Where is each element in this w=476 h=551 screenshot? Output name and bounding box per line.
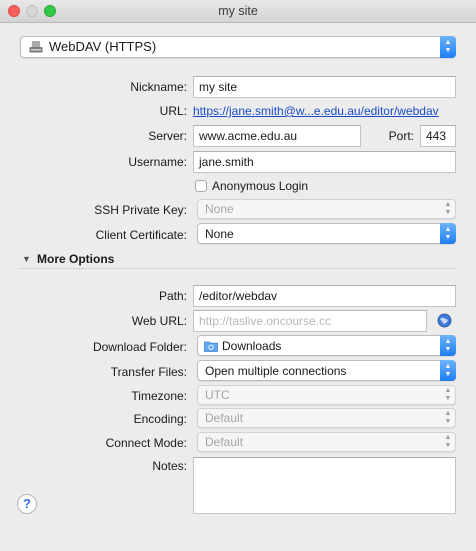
url-label: URL:: [159, 104, 187, 118]
username-label: Username:: [128, 155, 187, 169]
web-url-field[interactable]: http://taslive.oncourse.cc: [193, 310, 427, 332]
chevron-updown-icon: ▲ ▼: [440, 360, 456, 381]
protocol-value: WebDAV (HTTPS): [49, 39, 157, 54]
drive-icon: [29, 41, 43, 56]
web-url-label: Web URL:: [131, 314, 187, 328]
more-options-toggle[interactable]: More Options: [37, 252, 114, 266]
server-label: Server:: [148, 129, 187, 143]
separator: [20, 268, 456, 269]
disclosure-triangle-icon[interactable]: ▼: [22, 254, 31, 264]
anonymous-login-checkbox[interactable]: [195, 180, 207, 192]
path-field[interactable]: /editor/webdav: [193, 285, 456, 307]
transfer-files-value: Open multiple connections: [205, 364, 347, 378]
globe-icon[interactable]: [437, 313, 452, 331]
transfer-files-label: Transfer Files:: [110, 365, 187, 379]
ssh-key-value: None: [205, 202, 234, 216]
help-button[interactable]: ?: [17, 494, 37, 514]
title-bar: my site: [0, 0, 476, 23]
transfer-files-popup[interactable]: Open multiple connections ▲ ▼: [197, 360, 456, 381]
client-cert-popup[interactable]: None ▲ ▼: [197, 223, 456, 244]
nickname-field[interactable]: my site: [193, 76, 456, 98]
window-title: my site: [218, 4, 258, 18]
notes-label: Notes:: [152, 459, 187, 473]
encoding-label: Encoding:: [133, 412, 187, 426]
port-label: Port:: [388, 129, 414, 143]
server-field[interactable]: www.acme.edu.au: [193, 125, 361, 147]
url-link[interactable]: https://jane.smith@w...e.edu.au/editor/w…: [193, 104, 439, 118]
connect-mode-popup: Default ▲ ▼: [197, 432, 456, 452]
connect-mode-value: Default: [205, 435, 244, 449]
ssh-key-popup: None ▲ ▼: [197, 199, 456, 219]
download-folder-label: Download Folder:: [92, 340, 187, 354]
timezone-value: UTC: [205, 388, 230, 402]
notes-textarea[interactable]: [193, 457, 456, 514]
ssh-key-label: SSH Private Key:: [94, 203, 187, 217]
nickname-label: Nickname:: [130, 80, 187, 94]
anonymous-login-label: Anonymous Login: [212, 179, 309, 193]
client-cert-label: Client Certificate:: [95, 228, 187, 242]
username-field[interactable]: jane.smith: [193, 151, 456, 173]
timezone-popup: UTC ▲ ▼: [197, 385, 456, 405]
chevron-updown-icon: ▲ ▼: [440, 335, 456, 356]
timezone-label: Timezone:: [131, 389, 187, 403]
download-folder-value: Downloads: [222, 339, 282, 353]
chevron-updown-icon: ▲ ▼: [444, 410, 452, 425]
download-folder-popup[interactable]: Downloads ▲ ▼: [197, 335, 456, 356]
chevron-updown-icon: ▲ ▼: [444, 201, 452, 216]
chevron-updown-icon: ▲ ▼: [444, 434, 452, 449]
encoding-popup: Default ▲ ▼: [197, 408, 456, 428]
client-cert-value: None: [205, 227, 234, 241]
folder-icon: [204, 340, 218, 355]
chevron-updown-icon: ▲ ▼: [440, 223, 456, 244]
protocol-popup[interactable]: WebDAV (HTTPS) ▲ ▼: [20, 36, 456, 58]
chevron-updown-icon: ▲ ▼: [440, 36, 456, 58]
port-field[interactable]: 443: [420, 125, 456, 147]
path-label: Path:: [158, 289, 187, 303]
encoding-value: Default: [205, 411, 244, 425]
connect-mode-label: Connect Mode:: [105, 436, 187, 450]
chevron-updown-icon: ▲ ▼: [444, 387, 452, 402]
